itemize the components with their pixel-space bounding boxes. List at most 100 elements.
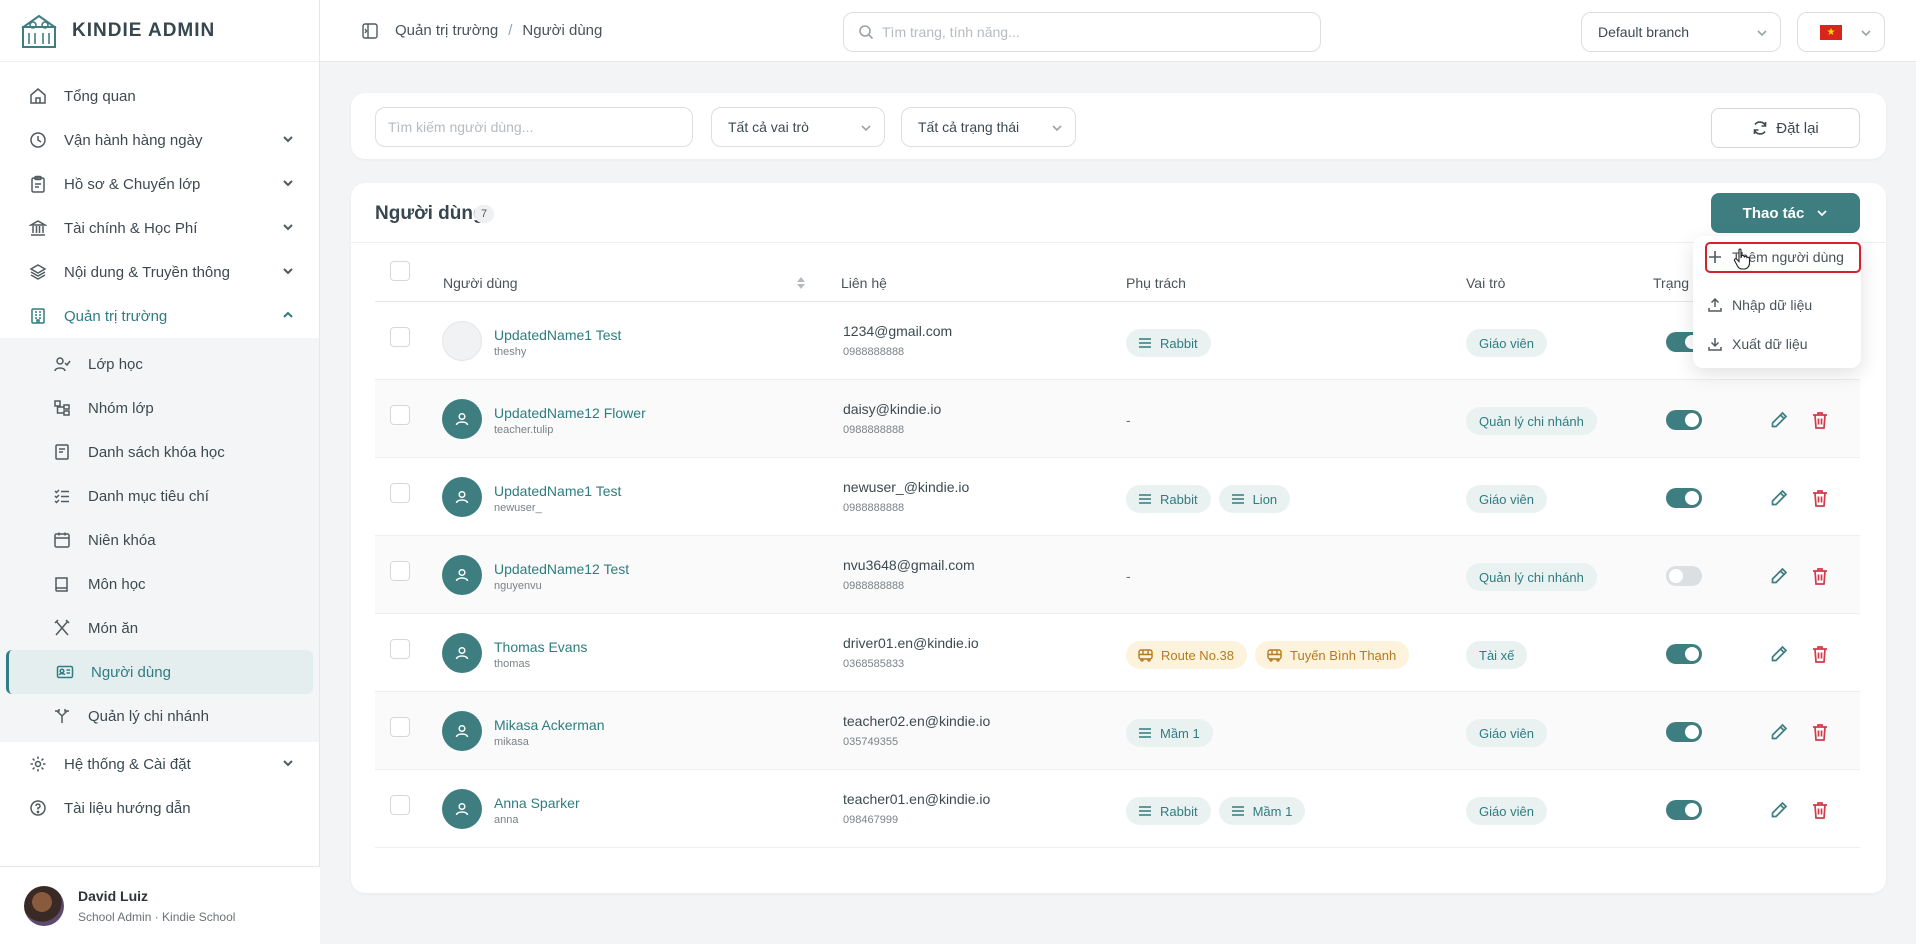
sidebar-item-class-groups[interactable]: Nhóm lớp [0,386,319,430]
trash-icon [1810,644,1830,664]
sidebar-item-subjects[interactable]: Môn học [0,562,319,606]
global-search-input[interactable] [882,24,1302,40]
sort-icon[interactable] [796,276,806,290]
sidebar-item-criteria[interactable]: Danh mục tiêu chí [0,474,319,518]
import-data-menu-item[interactable]: Nhập dữ liệu [1707,291,1812,319]
delete-button[interactable] [1810,566,1830,586]
row-checkbox[interactable] [390,639,410,659]
sidebar-item-label: Nhóm lớp [88,399,154,417]
class-chip[interactable]: Rabbit [1126,797,1211,825]
status-toggle[interactable] [1666,722,1702,742]
chevron-down-icon [283,224,293,231]
status-toggle[interactable] [1666,566,1702,586]
route-chip[interactable]: Tuyến Bình Thạnh [1255,641,1410,669]
search-icon [859,25,874,40]
sidebar-item-docs[interactable]: Tài liệu hướng dẫn [0,786,319,830]
class-chip[interactable]: Rabbit [1126,329,1211,357]
actions-button[interactable]: Thao tác [1711,193,1860,233]
sidebar-item-label: Nội dung & Truyền thông [64,263,230,281]
row-checkbox[interactable] [390,327,410,347]
route-chip[interactable]: Route No.38 [1126,641,1247,669]
edit-button[interactable] [1769,488,1789,508]
row-checkbox[interactable] [390,483,410,503]
role-badge: Quản lý chi nhánh [1466,407,1597,435]
column-header-user[interactable]: Người dùng [443,275,518,291]
sidebar-item-finance[interactable]: Tài chính & Học Phí [0,206,319,250]
table-row[interactable]: UpdatedName12 Flower teacher.tulip daisy@k… [375,380,1860,458]
table-row[interactable]: Thomas Evans thomas driver01.en@kindie.io 0… [375,614,1860,692]
user-name-link[interactable]: Thomas Evans [494,639,587,655]
table-row[interactable]: UpdatedName12 Test nguyenvu nvu3648@gmail.… [375,536,1860,614]
sidebar-item-content[interactable]: Nội dung & Truyền thông [0,250,319,294]
hierarchy-icon [52,398,72,418]
delete-button[interactable] [1810,722,1830,742]
avatar [24,885,64,926]
row-checkbox[interactable] [390,405,410,425]
table-row[interactable]: Anna Sparker anna teacher01.en@kindie.io 09… [375,770,1860,848]
table-row[interactable]: UpdatedName1 Test newuser_ newuser_@kindie… [375,458,1860,536]
row-checkbox[interactable] [390,795,410,815]
status-toggle[interactable] [1666,488,1702,508]
in-charge-list: Rabbit Mầm 1 [1126,797,1306,825]
row-checkbox[interactable] [390,561,410,581]
edit-button[interactable] [1769,410,1789,430]
delete-button[interactable] [1810,488,1830,508]
actions-label: Thao tác [1742,204,1805,222]
sidebar-item-branches[interactable]: Quản lý chi nhánh [0,694,319,738]
sidebar-item-course-list[interactable]: Danh sách khóa học [0,430,319,474]
sidebar-item-users[interactable]: Người dùng [6,650,313,694]
sidebar-item-overview[interactable]: Tổng quan [0,74,319,118]
status-toggle[interactable] [1666,410,1702,430]
user-name-link[interactable]: UpdatedName12 Flower [494,405,646,421]
row-checkbox[interactable] [390,717,410,737]
edit-button[interactable] [1769,566,1789,586]
user-name-link[interactable]: Mikasa Ackerman [494,717,604,733]
edit-button[interactable] [1769,644,1789,664]
sidebar-toggle-icon[interactable] [362,23,378,39]
user-name-link[interactable]: UpdatedName1 Test [494,327,621,343]
language-select[interactable]: ★ [1797,12,1885,52]
download-icon [1708,338,1722,351]
export-data-menu-item[interactable]: Xuất dữ liệu [1707,330,1808,358]
edit-button[interactable] [1769,722,1789,742]
sidebar-item-classes[interactable]: Lớp học [0,342,319,386]
table-row[interactable]: Mikasa Ackerman mikasa teacher02.en@kindie… [375,692,1860,770]
user-name-link[interactable]: Anna Sparker [494,795,580,811]
user-name-link[interactable]: UpdatedName1 Test [494,483,621,499]
user-username: teacher.tulip [494,424,554,436]
delete-button[interactable] [1810,800,1830,820]
chevron-down-icon [283,268,293,275]
class-chip[interactable]: Lion [1218,485,1291,513]
user-search-input[interactable] [375,107,693,147]
sidebar-item-daily-ops[interactable]: Vận hành hàng ngày [0,118,319,162]
breadcrumb-school-admin[interactable]: Quản trị trường [395,22,498,39]
sidebar-item-school-year[interactable]: Niên khóa [0,518,319,562]
user-profile[interactable]: David Luiz School Admin · Kindie School [0,866,320,944]
role-badge: Giáo viên [1466,485,1547,513]
in-charge-list: Rabbit Lion [1126,485,1291,513]
role-filter-select[interactable]: Tất cả vai trò [711,107,885,147]
class-chip[interactable]: Mầm 1 [1126,719,1213,747]
status-filter-select[interactable]: Tất cả trạng thái [901,107,1076,147]
reset-button[interactable]: Đặt lại [1711,108,1860,148]
sidebar-item-school-admin[interactable]: Quản trị trường [0,294,319,338]
brand[interactable]: KINDIE ADMIN [0,0,319,62]
branch-select[interactable]: Default branch [1581,12,1781,52]
class-chip[interactable]: Rabbit [1126,485,1211,513]
users-table: Người dùng Liên hệ Phụ trách Vai trò Trạ… [375,261,1860,848]
edit-button[interactable] [1769,800,1789,820]
sidebar-item-label: Vận hành hàng ngày [64,131,203,149]
table-row[interactable]: UpdatedName1 Test theshy 1234@gmail.com 098… [375,302,1860,380]
class-chip[interactable]: Mầm 1 [1218,797,1306,825]
status-toggle[interactable] [1666,644,1702,664]
sidebar-item-settings[interactable]: Hệ thống & Cài đặt [0,742,319,786]
status-toggle[interactable] [1666,800,1702,820]
chevron-down-icon [283,180,293,187]
role-badge: Tài xế [1466,641,1528,669]
select-all-checkbox[interactable] [390,261,410,281]
delete-button[interactable] [1810,644,1830,664]
sidebar-item-records[interactable]: Hồ sơ & Chuyển lớp [0,162,319,206]
delete-button[interactable] [1810,410,1830,430]
user-name-link[interactable]: UpdatedName12 Test [494,561,629,577]
sidebar-item-meals[interactable]: Món ăn [0,606,319,650]
